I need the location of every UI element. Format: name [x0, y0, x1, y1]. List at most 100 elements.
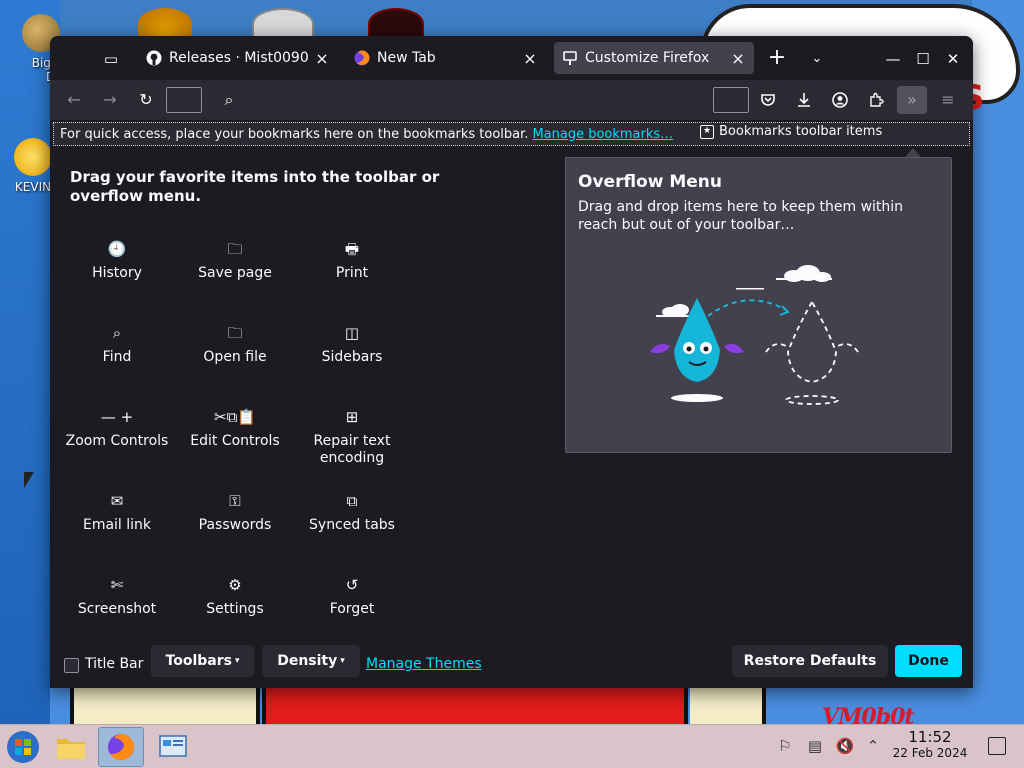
- tab-close-icon[interactable]: ×: [522, 49, 538, 68]
- forward-button[interactable]: →: [96, 86, 124, 114]
- manage-bookmarks-link[interactable]: Manage bookmarks…: [532, 127, 673, 142]
- palette-item-sidebars[interactable]: ◫ Sidebars: [297, 324, 407, 366]
- windows-logo-icon: [7, 731, 39, 763]
- tab-close-icon[interactable]: ×: [314, 49, 330, 68]
- desktop-icon-label: KEVIN: [14, 180, 52, 194]
- taskbar-control-panel[interactable]: [150, 727, 196, 767]
- zoom-icon: — +: [100, 408, 134, 426]
- palette-item-screenshot[interactable]: ✄ Screenshot: [62, 576, 172, 618]
- email-icon: ✉: [110, 492, 124, 510]
- palette-item-forget[interactable]: ↺ Forget: [297, 576, 407, 618]
- sun-icon: [14, 138, 52, 176]
- tab-close-icon[interactable]: ×: [730, 49, 746, 68]
- title-bar-label[interactable]: Title Bar: [85, 656, 143, 672]
- mouse-cursor: [24, 472, 34, 488]
- done-button[interactable]: Done: [895, 645, 962, 677]
- overflow-illustration: [650, 265, 859, 405]
- taskbar-file-explorer[interactable]: [48, 727, 94, 767]
- extensions-icon[interactable]: [862, 86, 890, 114]
- bookmarks-hint-text: For quick access, place your bookmarks h…: [60, 126, 529, 142]
- key-icon: ⚿: [229, 492, 241, 510]
- palette-item-synced-tabs[interactable]: ⧉ Synced tabs: [297, 492, 407, 534]
- edit-controls-icon: ✂⧉📋: [214, 408, 256, 426]
- tab-tray-icon[interactable]: ▭: [100, 48, 122, 70]
- sidebars-icon: ◫: [344, 324, 360, 342]
- pocket-icon[interactable]: [754, 86, 782, 114]
- tab-new-tab[interactable]: New Tab ×: [346, 42, 546, 74]
- palette-item-print[interactable]: 🖶 Print: [297, 240, 407, 282]
- github-icon: [146, 50, 162, 66]
- palette-item-label: Find: [102, 349, 132, 365]
- find-icon: ⌕: [112, 324, 122, 342]
- bookmarks-toolbar-items[interactable]: ★ Bookmarks toolbar items: [700, 124, 882, 139]
- palette-item-label: Settings: [206, 601, 264, 617]
- palette-item-passwords[interactable]: ⚿ Passwords: [180, 492, 290, 534]
- gear-icon: ⚙: [228, 576, 242, 594]
- tray-clipboard-icon[interactable]: ▤: [804, 735, 826, 757]
- desktop-icon-kevin[interactable]: KEVIN: [14, 138, 52, 194]
- customize-area: Drag your favorite items into the toolba…: [50, 148, 973, 688]
- screenshot-icon: ✄: [110, 576, 124, 594]
- bookmarks-toolbar-items-label: Bookmarks toolbar items: [719, 124, 883, 139]
- tab-title: New Tab: [377, 50, 436, 66]
- density-label: Density: [277, 653, 338, 669]
- overflow-menu-description: Drag and drop items here to keep them wi…: [578, 199, 904, 233]
- wallpaper-cream-right: [690, 686, 766, 724]
- chevron-down-icon: ▾: [234, 656, 240, 666]
- palette-item-save-page[interactable]: 🗀 Save page: [180, 240, 290, 282]
- palette-item-open-file[interactable]: 🗀 Open file: [180, 324, 290, 366]
- restore-defaults-button[interactable]: Restore Defaults: [732, 645, 888, 677]
- forget-icon: ↺: [345, 576, 359, 594]
- tab-releases[interactable]: Releases · Mist0090/H ×: [138, 42, 338, 74]
- bookmark-star-icon: ★: [700, 124, 714, 139]
- history-icon: 🕘: [107, 240, 127, 258]
- minimize-button[interactable]: —: [880, 46, 906, 72]
- account-icon[interactable]: [826, 86, 854, 114]
- overflow-menu-panel[interactable]: Overflow Menu Drag and drop items here t…: [565, 157, 952, 453]
- chevron-down-icon: ▾: [340, 656, 345, 666]
- palette-item-history[interactable]: 🕘 History: [62, 240, 172, 282]
- palette-item-edit-controls[interactable]: ✂⧉📋 Edit Controls: [180, 408, 290, 450]
- palette-item-label: Forget: [329, 601, 375, 617]
- palette-item-label: Edit Controls: [190, 433, 280, 449]
- toolbars-button[interactable]: Toolbars ▾: [151, 645, 254, 677]
- overflow-panel-arrow: [905, 148, 921, 157]
- tray-chevron-up-icon[interactable]: ⌃: [862, 735, 884, 757]
- clock-time: 11:52: [908, 728, 952, 746]
- flexible-space-placeholder[interactable]: [713, 87, 749, 113]
- customize-icon: [562, 50, 578, 66]
- customize-footer: Title Bar Toolbars ▾ Density ▾ Manage Th…: [50, 640, 973, 688]
- desktop-icon-label: Big: [31, 56, 51, 70]
- tab-title: Customize Firefox: [585, 50, 710, 66]
- reload-button[interactable]: ↻: [132, 86, 160, 114]
- list-all-tabs-button[interactable]: ⌄: [806, 48, 828, 70]
- download-icon[interactable]: [790, 86, 818, 114]
- manage-themes-link[interactable]: Manage Themes: [366, 656, 482, 672]
- back-button[interactable]: ←: [60, 86, 88, 114]
- tray-volume-muted-icon[interactable]: 🔇: [834, 735, 856, 757]
- show-desktop-icon[interactable]: [988, 737, 1006, 755]
- search-icon[interactable]: ⌕: [215, 86, 243, 114]
- overflow-menu-button[interactable]: »: [897, 86, 927, 114]
- tray-flag-icon[interactable]: ⚐: [774, 735, 796, 757]
- palette-item-zoom-controls[interactable]: — + Zoom Controls: [62, 408, 172, 450]
- app-menu-button[interactable]: ≡: [934, 86, 962, 114]
- tab-customize-firefox[interactable]: Customize Firefox ×: [554, 42, 754, 74]
- palette-item-email-link[interactable]: ✉ Email link: [62, 492, 172, 534]
- title-bar-checkbox[interactable]: [64, 658, 79, 673]
- start-button[interactable]: [0, 727, 46, 767]
- home-placeholder[interactable]: [166, 87, 202, 113]
- wallpaper-cream-left: [70, 686, 260, 724]
- text-encoding-icon: ⊞: [345, 408, 359, 426]
- maximize-button[interactable]: ☐: [910, 46, 936, 72]
- density-button[interactable]: Density ▾: [262, 645, 360, 677]
- palette-item-find[interactable]: ⌕ Find: [62, 324, 172, 366]
- palette-item-label: Passwords: [198, 517, 272, 533]
- palette-item-repair-text-encoding[interactable]: ⊞ Repair text encoding: [297, 408, 407, 467]
- palette-item-label: Print: [335, 265, 369, 281]
- taskbar-clock[interactable]: 11:52 22 Feb 2024: [888, 729, 972, 761]
- taskbar-firefox[interactable]: [98, 727, 144, 767]
- new-tab-button[interactable]: +: [764, 46, 790, 72]
- close-window-button[interactable]: ✕: [940, 46, 966, 72]
- palette-item-settings[interactable]: ⚙ Settings: [180, 576, 290, 618]
